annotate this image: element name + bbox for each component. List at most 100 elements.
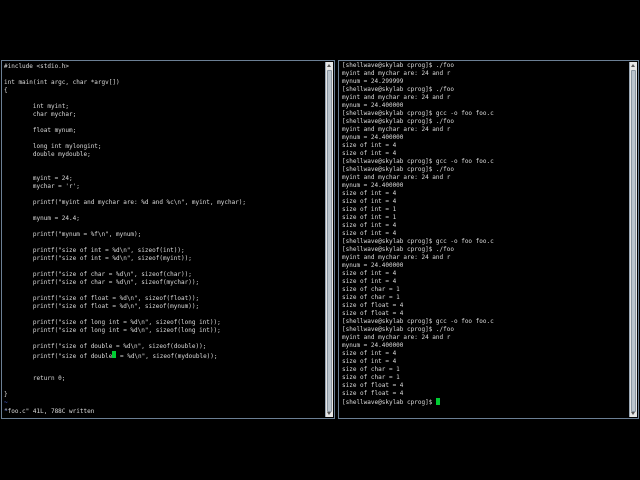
code-line: float mynum; (4, 127, 77, 134)
code-line: { (4, 87, 8, 94)
terminal-line: [shellwave@skylab cprog]$ ./foo (342, 326, 454, 333)
terminal-line: mynum = 24.299999 (342, 78, 404, 85)
terminal-line: size of int = 4 (342, 190, 397, 197)
terminal-line: size of char = 1 (342, 366, 400, 373)
scroll-up-icon[interactable] (631, 64, 635, 67)
code-line-rest: = %d\n", sizeof(mydouble)); (116, 353, 218, 360)
terminal-line: [shellwave@skylab cprog]$ ./foo (342, 118, 454, 125)
terminal-line: [shellwave@skylab cprog]$ ./foo (342, 86, 454, 93)
terminal-line: size of int = 4 (342, 198, 397, 205)
code-line: printf("myint and mychar are: %d and %c\… (4, 199, 247, 206)
code-line: mychar = 'r'; (4, 183, 80, 190)
terminal-output[interactable]: [shellwave@skylab cprog]$ ./foo myint and… (342, 62, 630, 418)
scroll-down-icon[interactable] (631, 412, 635, 415)
code-line: printf("size of double = %d\n", sizeof(m… (4, 351, 218, 360)
editor-scrollbar[interactable] (325, 62, 333, 417)
editor-terminal-window[interactable]: #include <stdio.h> int main(int argc, cha… (1, 60, 335, 419)
terminal-prompt-line[interactable]: [shellwave@skylab cprog]$ (342, 398, 630, 406)
terminal-line: [shellwave@skylab cprog]$ gcc -o foo foo… (342, 318, 494, 325)
code-line: printf("mynum = %f\n", mynum); (4, 231, 142, 238)
shell-prompt: [shellwave@skylab cprog]$ (342, 399, 436, 406)
terminal-line: size of char = 1 (342, 374, 400, 381)
terminal-line: size of float = 4 (342, 310, 404, 317)
terminal-scrollbar[interactable] (629, 62, 637, 417)
terminal-line: [shellwave@skylab cprog]$ gcc -o foo foo… (342, 110, 494, 117)
code-line: return 0; (4, 375, 66, 382)
terminal-line: size of int = 1 (342, 214, 397, 221)
vim-status-line: "foo.c" 41L, 788C written (4, 408, 95, 415)
code-line: printf("size of char = %d\n", sizeof(cha… (4, 271, 192, 278)
terminal-cursor (435, 398, 440, 405)
terminal-line: size of float = 4 (342, 382, 404, 389)
terminal-scrollbar-thumb[interactable] (631, 70, 636, 412)
terminal-line: size of float = 4 (342, 302, 404, 309)
terminal-line: [shellwave@skylab cprog]$ ./foo (342, 246, 454, 253)
shell-terminal-window[interactable]: [shellwave@skylab cprog]$ ./foo myint and… (338, 60, 639, 419)
code-line: printf("size of double = %d\n", sizeof(d… (4, 343, 207, 350)
terminal-line: size of char = 1 (342, 294, 400, 301)
terminal-line: myint and mychar are: 24 and r (342, 94, 451, 101)
terminal-line: size of int = 4 (342, 350, 397, 357)
terminal-line: myint and mychar are: 24 and r (342, 334, 451, 341)
terminal-line: [shellwave@skylab cprog]$ gcc -o foo foo… (342, 238, 494, 245)
terminal-line: size of int = 4 (342, 142, 397, 149)
code-line: mynum = 24.4; (4, 215, 80, 222)
terminal-line: size of char = 1 (342, 286, 400, 293)
terminal-line: [shellwave@skylab cprog]$ gcc -o foo foo… (342, 158, 494, 165)
code-line: printf("size of long int = %d\n", sizeof… (4, 327, 221, 334)
terminal-line: mynum = 24.400000 (342, 262, 404, 269)
code-line: double mydouble; (4, 151, 91, 158)
code-line: printf("size of char = %d\n", sizeof(myc… (4, 279, 200, 286)
scroll-down-icon[interactable] (327, 412, 331, 415)
code-line: #include <stdio.h> (4, 63, 70, 70)
terminal-line: size of int = 1 (342, 206, 397, 213)
code-line: printf("size of float = %d\n", sizeof(my… (4, 303, 200, 310)
code-line: printf("size of long int = %d\n", sizeof… (4, 319, 221, 326)
terminal-line: myint and mychar are: 24 and r (342, 126, 451, 133)
code-line: printf("size of int = %d\n", sizeof(int)… (4, 247, 185, 254)
terminal-line: size of int = 4 (342, 358, 397, 365)
terminal-line: size of int = 4 (342, 150, 397, 157)
terminal-line: [shellwave@skylab cprog]$ ./foo (342, 166, 454, 173)
terminal-line: myint and mychar are: 24 and r (342, 70, 451, 77)
terminal-line: myint and mychar are: 24 and r (342, 254, 451, 261)
code-line: int myint; (4, 103, 70, 110)
terminal-line: mynum = 24.400000 (342, 134, 404, 141)
terminal-line: size of int = 4 (342, 230, 397, 237)
editor-scrollbar-thumb[interactable] (327, 70, 332, 412)
terminal-line: size of int = 4 (342, 270, 397, 277)
terminal-line: [shellwave@skylab cprog]$ ./foo (342, 62, 454, 69)
code-line: } (4, 391, 8, 398)
code-line: printf("size of float = %d\n", sizeof(fl… (4, 295, 200, 302)
terminal-line: size of int = 4 (342, 222, 397, 229)
code-line: printf("size of int = %d\n", sizeof(myin… (4, 255, 192, 262)
code-line: char mychar; (4, 111, 77, 118)
code-line: long int mylongint; (4, 143, 102, 150)
empty-line-tilde: ~ (4, 399, 8, 406)
scroll-up-icon[interactable] (327, 64, 331, 67)
terminal-line: mynum = 24.400000 (342, 102, 404, 109)
terminal-line: size of float = 4 (342, 390, 404, 397)
code-line: myint = 24; (4, 175, 73, 182)
code-line: int main(int argc, char *argv[]) (4, 79, 120, 86)
terminal-line: mynum = 24.400000 (342, 342, 404, 349)
terminal-line: size of int = 4 (342, 278, 397, 285)
vim-editor-buffer[interactable]: #include <stdio.h> int main(int argc, cha… (4, 63, 324, 411)
